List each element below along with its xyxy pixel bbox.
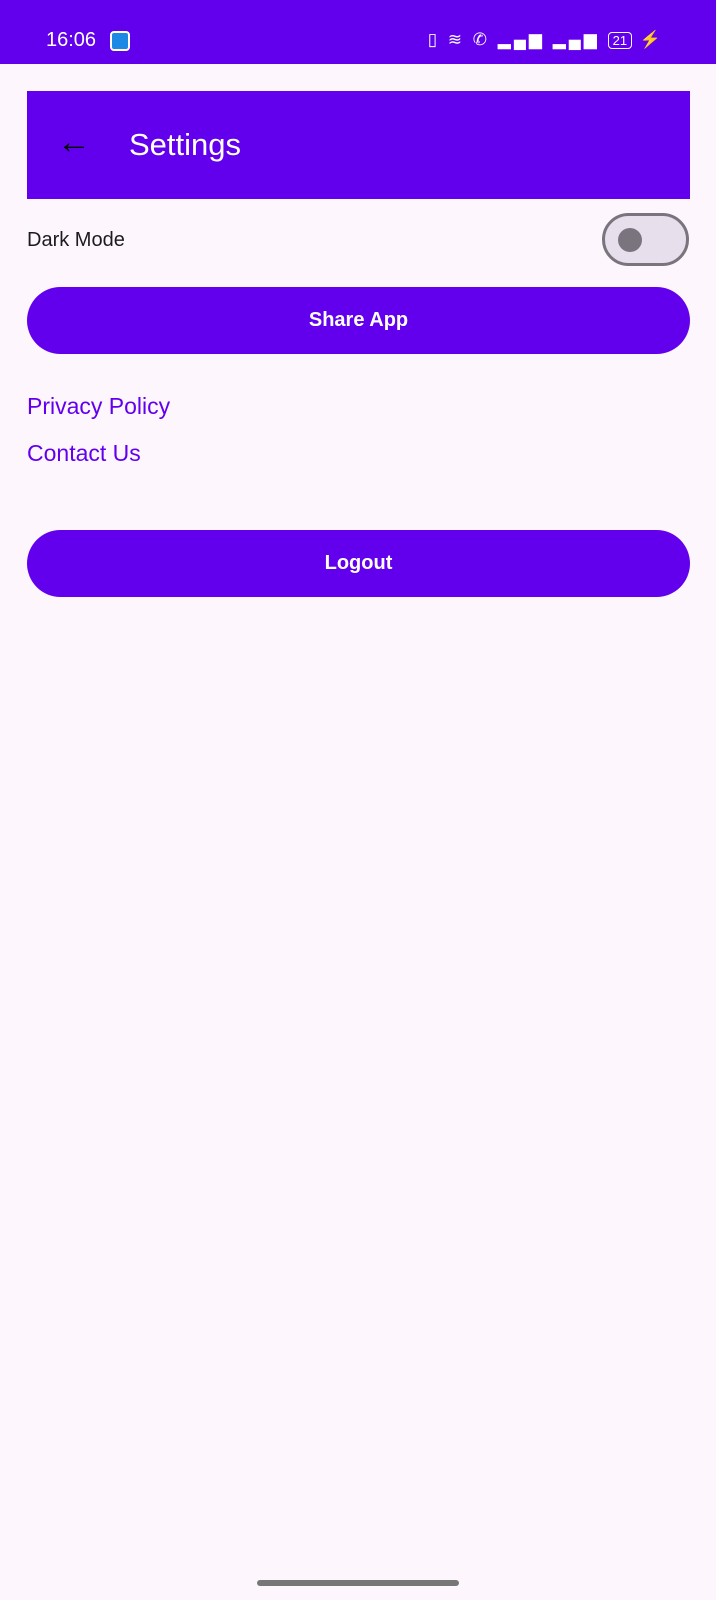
battery-icon: 21 (607, 32, 633, 49)
arrow-back-icon[interactable]: ← (57, 125, 91, 159)
switch-thumb (618, 228, 642, 252)
privacy-policy-link[interactable]: Privacy Policy (27, 393, 170, 420)
page-title: Settings (129, 127, 242, 162)
status-icons: ▯ ≋ ✆ ▂▄▆ ▂▄▆ 21 ⚡ (428, 30, 664, 50)
logout-button[interactable]: Logout (27, 530, 690, 597)
contact-us-link[interactable]: Contact Us (27, 440, 141, 467)
status-bar: 16:06 ▯ ≋ ✆ ▂▄▆ ▂▄▆ 21 ⚡ (0, 0, 716, 64)
dark-mode-switch[interactable] (602, 213, 689, 266)
signal-icon: ▂▄▆ (552, 30, 600, 49)
charging-icon: ⚡ (639, 30, 664, 49)
dark-mode-label: Dark Mode (27, 229, 125, 251)
wifi-icon: ≋ (447, 30, 466, 49)
status-time: 16:06 (46, 29, 97, 51)
app-notification-icon (110, 31, 130, 51)
home-indicator[interactable] (257, 1580, 459, 1586)
vibrate-icon: ▯ (427, 30, 441, 49)
call-icon: ✆ (472, 30, 491, 49)
share-app-button[interactable]: Share App (27, 287, 690, 354)
signal-icon: ▂▄▆ (497, 30, 545, 49)
top-app-bar: ← Settings (27, 91, 690, 199)
